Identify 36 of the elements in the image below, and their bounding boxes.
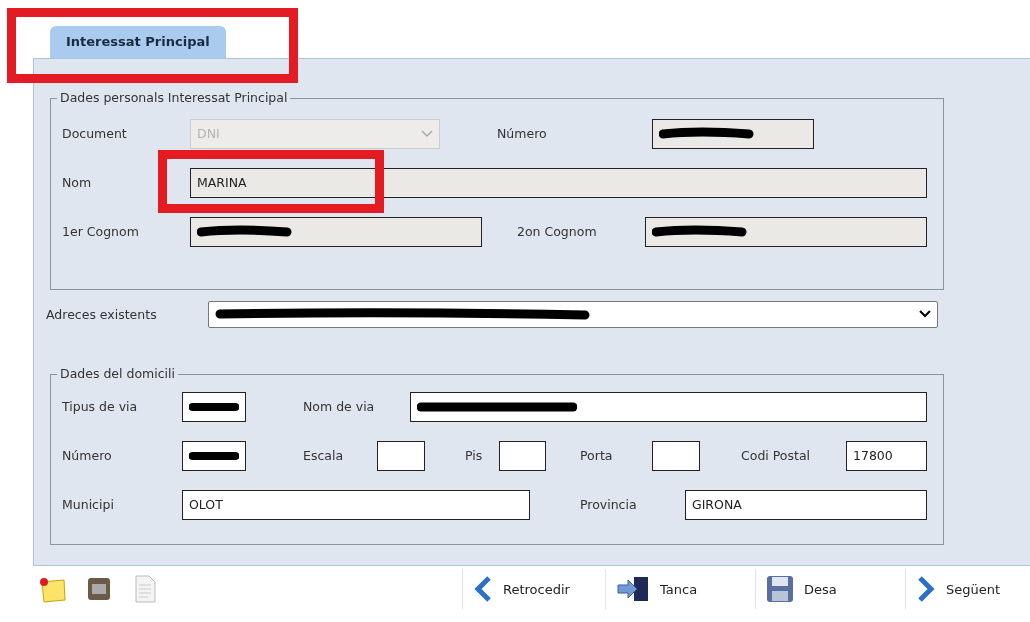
- chevron-icon: [919, 310, 931, 318]
- field-label: Municipi: [62, 497, 115, 512]
- field-label: 1er Cognom: [62, 224, 140, 239]
- field-label: Porta: [580, 448, 614, 463]
- fieldset-legend: Dades personals Interessat Principal: [57, 90, 291, 105]
- field-label: Número: [62, 448, 113, 463]
- fieldset-legend: Dades del domicili: [57, 366, 178, 381]
- text-field[interactable]: GIRONA: [685, 489, 927, 520]
- text-field[interactable]: OLOT: [182, 489, 530, 520]
- text-field[interactable]: [645, 216, 927, 247]
- text-field[interactable]: [182, 391, 246, 422]
- field-label: Document: [62, 126, 128, 141]
- text-field[interactable]: [190, 216, 482, 247]
- field-label: Codi Postal: [741, 448, 812, 463]
- address-select[interactable]: [208, 300, 938, 328]
- text-field[interactable]: MARINA: [190, 167, 927, 198]
- text-field[interactable]: [652, 440, 700, 471]
- text-field[interactable]: [499, 440, 546, 471]
- field-label: Nom de via: [303, 399, 376, 414]
- text-field[interactable]: [652, 118, 814, 149]
- tab[interactable]: Interessat Principal: [50, 26, 226, 58]
- field-label: Adreces existents: [46, 306, 158, 322]
- field-label: Número: [497, 126, 548, 141]
- field-label: Nom: [62, 175, 93, 190]
- card-icon[interactable]: [86, 576, 112, 602]
- text-field[interactable]: 17800: [846, 440, 927, 471]
- field-label: Tipus de via: [62, 399, 139, 414]
- field-label: 2on Cognom: [517, 224, 598, 239]
- text-field[interactable]: [410, 391, 927, 422]
- field-label: Escala: [303, 448, 345, 463]
- field-label: Provincia: [580, 497, 638, 512]
- text-field[interactable]: [377, 440, 425, 471]
- text-field[interactable]: [182, 440, 246, 471]
- chevron-icon: [421, 129, 433, 138]
- exit-door-icon: [616, 576, 650, 602]
- field-label: Pis: [465, 448, 484, 463]
